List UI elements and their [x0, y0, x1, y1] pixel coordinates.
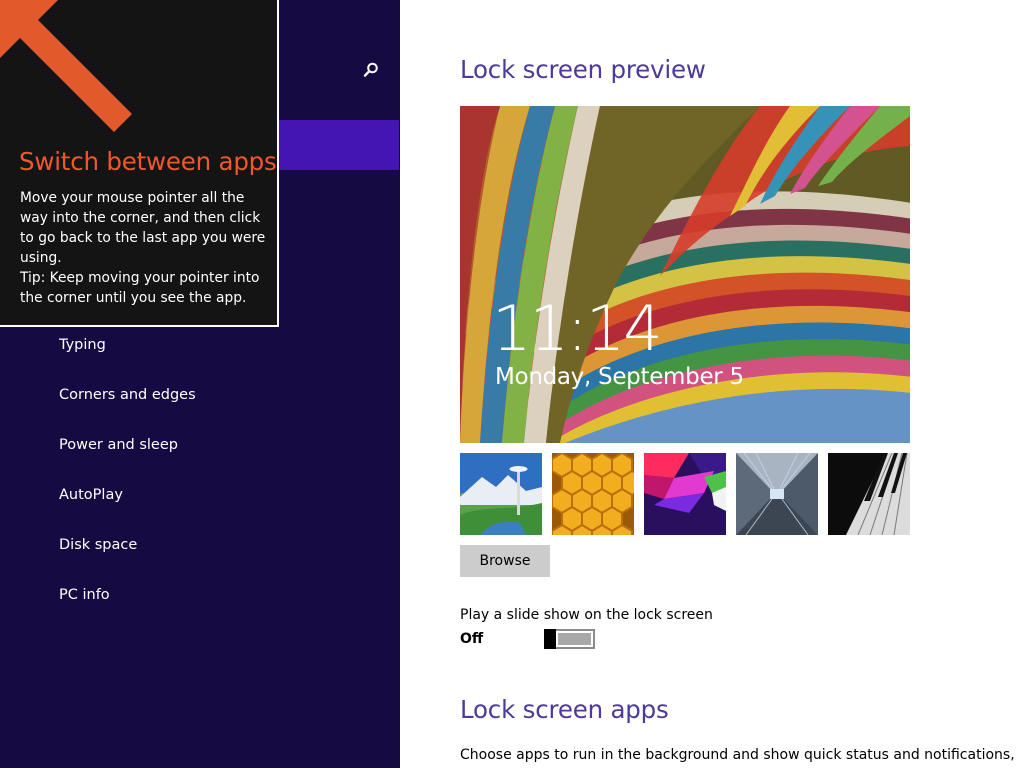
browse-button[interactable]: Browse	[460, 545, 550, 577]
space-needle-thumbnail[interactable]	[460, 453, 542, 535]
lock-screen-apps-heading: Lock screen apps	[460, 695, 669, 724]
preview-time: 11:14	[492, 292, 663, 365]
tip-instruction: Move your mouse pointer all the way into…	[20, 190, 266, 266]
tip-hint: Tip: Keep moving your pointer into the c…	[20, 270, 260, 306]
tunnel-thumbnail[interactable]	[736, 453, 818, 535]
slideshow-toggle[interactable]	[544, 629, 595, 649]
slideshow-toggle-state: Off	[460, 631, 484, 647]
tip-title: Switch between apps	[19, 147, 277, 176]
nav-item-disk-space[interactable]: Disk space	[59, 533, 137, 557]
search-icon[interactable]	[362, 61, 380, 79]
color-shapes-thumbnail[interactable]	[644, 453, 726, 535]
piano-keys-thumbnail[interactable]	[828, 453, 910, 535]
lock-screen-preview: 11:14 Monday, September 5	[460, 106, 910, 443]
corner-arrow-icon	[0, 0, 140, 140]
preview-wallpaper	[460, 106, 910, 443]
nav-item-power-and-sleep[interactable]: Power and sleep	[59, 433, 178, 457]
nav-item-autoplay[interactable]: AutoPlay	[59, 483, 123, 507]
switch-apps-tip: Switch between apps Move your mouse poin…	[0, 0, 279, 327]
preview-date: Monday, September 5	[495, 364, 744, 390]
toggle-track	[558, 633, 591, 645]
tip-body: Move your mouse pointer all the way into…	[20, 188, 272, 308]
lock-screen-preview-heading: Lock screen preview	[460, 55, 706, 84]
slideshow-label: Play a slide show on the lock screen	[460, 607, 713, 623]
lock-screen-apps-description: Choose apps to run in the background and…	[460, 747, 1015, 763]
toggle-thumb[interactable]	[544, 629, 556, 649]
nav-item-typing[interactable]: Typing	[59, 333, 106, 357]
honeycomb-thumbnail[interactable]	[552, 453, 634, 535]
nav-item-corners-and-edges[interactable]: Corners and edges	[59, 383, 196, 407]
nav-item-pc-info[interactable]: PC info	[59, 583, 110, 607]
pc-settings-screen: Typing Corners and edges Power and sleep…	[0, 0, 1024, 768]
